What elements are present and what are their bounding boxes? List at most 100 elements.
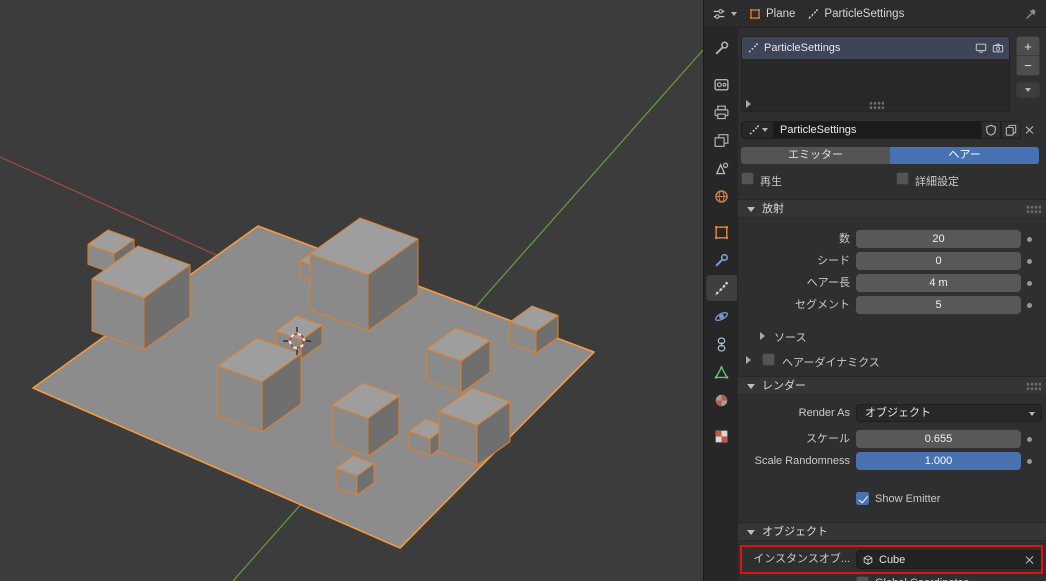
datablock-name-field[interactable]: ParticleSettings: [774, 121, 981, 139]
particle-system-list[interactable]: ParticleSettings: [741, 36, 1010, 112]
render-as-dropdown[interactable]: オブジェクト: [856, 404, 1042, 422]
object-panel-header[interactable]: オブジェクト: [738, 522, 1046, 541]
show-emitter-label: Show Emitter: [875, 493, 941, 505]
panel-drag-grip[interactable]: [1026, 382, 1041, 391]
blender-window: Plane ParticleSettings ParticleSettings …: [0, 0, 1046, 581]
id-type-dropdown[interactable]: [741, 121, 774, 139]
tab-view-layer[interactable]: [706, 127, 737, 153]
seed-label: シード: [817, 255, 850, 267]
breadcrumb-data-label: ParticleSettings: [824, 7, 905, 20]
tab-modifiers[interactable]: [706, 247, 737, 273]
specials-menu-button[interactable]: [1016, 82, 1040, 98]
tab-material[interactable]: [706, 387, 737, 413]
duplicate-datablock-button[interactable]: [1001, 121, 1021, 139]
mode-tab-emitter[interactable]: エミッター: [741, 147, 890, 164]
viewport-display-icon[interactable]: [975, 42, 987, 54]
panel-drag-grip[interactable]: [1026, 205, 1041, 214]
segments-field[interactable]: 5: [856, 296, 1021, 314]
source-panel-label[interactable]: ソース: [774, 329, 806, 345]
instance-object-field[interactable]: Cube: [856, 550, 1042, 569]
advanced-checkbox[interactable]: [896, 172, 909, 185]
tab-texture[interactable]: [706, 423, 737, 449]
add-slot-button[interactable]: +: [1016, 36, 1040, 56]
hair-dynamics-label[interactable]: ヘアーダイナミクス: [782, 354, 880, 370]
fake-user-button[interactable]: [981, 121, 1001, 139]
animate-dot[interactable]: [1027, 459, 1032, 464]
advanced-label: 詳細設定: [915, 176, 959, 188]
regrow-checkbox[interactable]: [741, 172, 754, 185]
breadcrumb-data[interactable]: ParticleSettings: [807, 8, 904, 20]
particles-icon: [748, 43, 758, 53]
3d-viewport[interactable]: [0, 0, 704, 581]
properties-editor: Plane ParticleSettings ParticleSettings …: [703, 0, 1046, 581]
animate-dot[interactable]: [1027, 259, 1032, 264]
emission-panel-header[interactable]: 放射: [738, 199, 1046, 218]
hair-length-field[interactable]: 4 m: [856, 274, 1021, 292]
render-as-label: Render As: [798, 407, 850, 419]
regrow-label: 再生: [760, 176, 782, 188]
panel-open-icon: [747, 530, 755, 535]
global-coordinates-checkbox[interactable]: [856, 576, 869, 581]
breadcrumb-object-label: Plane: [766, 7, 796, 20]
render-display-icon[interactable]: [992, 42, 1004, 54]
scale-randomness-slider[interactable]: 1.000: [856, 452, 1021, 470]
tab-physics[interactable]: [706, 303, 737, 329]
tab-constraints[interactable]: [706, 331, 737, 357]
tab-object-data[interactable]: [706, 359, 737, 385]
constraints-icon: [717, 336, 725, 352]
chevron-down-icon: [1029, 412, 1035, 416]
editor-type-button[interactable]: [712, 7, 737, 21]
tab-particles[interactable]: [705, 275, 737, 301]
animate-dot[interactable]: [1027, 437, 1032, 442]
tab-world[interactable]: [706, 183, 737, 209]
properties-editor-icon: [713, 8, 725, 19]
material-icon: [715, 394, 727, 406]
scale-randomness-label: Scale Randomness: [754, 455, 850, 467]
panel-open-icon: [747, 384, 755, 389]
chevron-down-icon: [1025, 88, 1031, 92]
seed-field[interactable]: 0: [856, 252, 1021, 270]
output-icon: [714, 105, 728, 119]
animate-dot[interactable]: [1027, 281, 1032, 286]
tab-scene[interactable]: [706, 155, 737, 181]
hair-dynamics-checkbox[interactable]: [762, 353, 775, 366]
particle-system-slot[interactable]: ParticleSettings: [742, 37, 1009, 59]
tab-tool[interactable]: [706, 35, 737, 61]
panel-closed-icon[interactable]: [746, 356, 751, 364]
viewport-canvas[interactable]: [0, 0, 704, 581]
cube-icon: [863, 554, 873, 565]
view-layer-icon: [714, 133, 728, 147]
unlink-datablock-icon[interactable]: [1024, 124, 1036, 136]
scale-field[interactable]: 0.655: [856, 430, 1021, 448]
tab-output[interactable]: [706, 99, 737, 125]
remove-slot-button[interactable]: −: [1016, 56, 1040, 76]
modifiers-wrench-icon: [715, 253, 728, 266]
number-label: 数: [839, 233, 850, 245]
render-as-value: オブジェクト: [865, 407, 931, 419]
object-title: オブジェクト: [762, 526, 828, 538]
list-filter-expand-icon[interactable]: [746, 100, 751, 108]
instance-object-value: Cube: [879, 553, 906, 566]
show-emitter-checkbox[interactable]: [856, 492, 869, 505]
panel-closed-icon[interactable]: [760, 332, 765, 340]
clear-object-icon[interactable]: [1024, 554, 1036, 566]
animate-dot[interactable]: [1027, 303, 1032, 308]
render-panel-header[interactable]: レンダー: [738, 376, 1046, 395]
tab-object[interactable]: [706, 219, 737, 245]
particles-icon: [749, 125, 759, 135]
mode-tab-hair[interactable]: ヘアー: [890, 147, 1039, 164]
animate-dot[interactable]: [1027, 237, 1032, 242]
properties-tabs: [704, 28, 738, 581]
physics-icon: [714, 311, 728, 321]
instance-object-label: インスタンスオブ...: [753, 553, 850, 565]
list-resize-grip[interactable]: [869, 101, 884, 110]
particles-icon: [808, 8, 819, 19]
pin-icon[interactable]: [1024, 7, 1038, 21]
object-data-icon: [714, 365, 728, 379]
number-field[interactable]: 20: [856, 230, 1021, 248]
texture-icon: [715, 430, 727, 442]
scale-label: スケール: [806, 433, 850, 445]
tool-icon: [715, 41, 728, 54]
breadcrumb-object[interactable]: Plane: [749, 8, 795, 20]
tab-render[interactable]: [706, 71, 737, 97]
